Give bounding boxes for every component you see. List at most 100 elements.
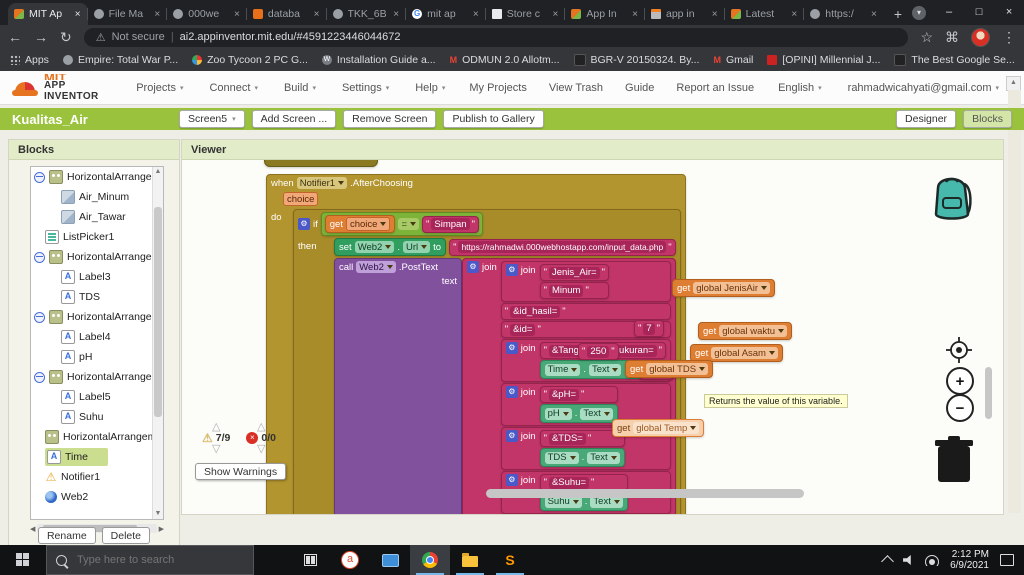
property-dropdown[interactable]: Url (402, 241, 431, 253)
collapse-up-icon[interactable]: △ (212, 422, 220, 433)
chrome-menu-icon[interactable]: ⋮ (1002, 30, 1016, 44)
tab-app-inventor[interactable]: App In × (564, 3, 645, 25)
mutator-gear-icon[interactable]: ⚙ (505, 474, 518, 486)
variable-dropdown[interactable]: global JenisAir (693, 282, 771, 294)
maximize-button[interactable]: □ (964, 0, 994, 25)
tab-close-icon[interactable]: × (790, 9, 798, 20)
forward-icon[interactable]: → (34, 30, 48, 44)
url-text-block[interactable]: " https://rahmadwi.000webhostapp.com/inpu… (449, 238, 676, 256)
bookmark-item[interactable]: M ODMUN 2.0 Allotm... (450, 54, 560, 66)
tree-item-arrangement[interactable]: HorizontalArrangemer (31, 247, 163, 267)
mutator-gear-icon[interactable]: ⚙ (298, 218, 310, 230)
text-block[interactable]: " &id_hasil= " (500, 303, 672, 320)
variable-dropdown[interactable]: choice (345, 217, 391, 231)
close-button[interactable]: × (994, 0, 1024, 25)
tree-scroll-down-icon[interactable]: ▼ (153, 509, 163, 519)
link-view-trash[interactable]: View Trash (549, 82, 603, 94)
logic-equals-block[interactable]: get choice = " Simpan " (320, 212, 483, 236)
extensions-icon[interactable]: ⌘ (945, 30, 959, 44)
language-select[interactable]: English ▾ (778, 82, 822, 94)
property-dropdown[interactable]: Text (580, 407, 613, 420)
component-dropdown[interactable]: Web2 (354, 241, 395, 253)
zoom-out-button[interactable]: − (946, 394, 974, 422)
floating-text-block[interactable]: " 7 " (634, 320, 665, 337)
delete-button[interactable]: Delete (101, 527, 151, 544)
tab-mit-appinventor[interactable]: MIT Ap × (8, 3, 88, 25)
show-warnings-button[interactable]: Show Warnings (195, 463, 287, 480)
publish-gallery-button[interactable]: Publish to Gallery (443, 110, 544, 128)
floating-text-block[interactable]: " 250 " (578, 343, 619, 360)
address-bar[interactable]: ⚠ Not secure | ai2.appinventor.mit.edu/#… (83, 27, 909, 47)
tree-vertical-scrollbar[interactable] (152, 167, 163, 519)
mutator-gear-icon[interactable]: ⚙ (505, 342, 518, 354)
property-dropdown[interactable]: Text (587, 451, 620, 464)
menu-connect[interactable]: Connect ▾ (209, 82, 258, 94)
tab-close-icon[interactable]: × (472, 9, 480, 20)
set-property-block[interactable]: set Web2 . Url to (334, 238, 447, 256)
sublime-icon[interactable]: S (490, 545, 530, 575)
designer-button[interactable]: Designer (896, 110, 957, 128)
get-global-block-highlighted[interactable]: get global Temp (612, 419, 705, 437)
profile-avatar[interactable] (971, 27, 990, 47)
tree-item-listpicker[interactable]: ListPicker1 (31, 227, 163, 247)
bookmark-item[interactable]: The Best Google Se... (894, 54, 1015, 66)
canvas-vertical-scrollbar[interactable] (985, 367, 992, 419)
remove-screen-button[interactable]: Remove Screen (343, 110, 437, 128)
new-tab-button[interactable]: + (884, 3, 912, 25)
tree-item-ph[interactable]: ApH (31, 347, 163, 367)
blocks-button[interactable]: Blocks (963, 110, 1012, 128)
tab-database[interactable]: databa × (245, 3, 327, 25)
event-param-chip[interactable]: choice (283, 192, 319, 206)
trash-icon[interactable] (930, 434, 978, 486)
reload-icon[interactable]: ↻ (60, 30, 72, 44)
search-input[interactable] (75, 553, 229, 567)
mutator-gear-icon[interactable]: ⚙ (505, 430, 518, 442)
tree-item-arrangement[interactable]: HorizontalArrangemer (31, 367, 163, 387)
tab-close-icon[interactable]: × (631, 9, 639, 20)
menu-help[interactable]: Help ▾ (415, 82, 445, 94)
notification-center-icon[interactable] (1000, 554, 1014, 566)
tab-close-icon[interactable]: × (313, 9, 321, 20)
tree-item-arrangement[interactable]: HorizontalArrangemer (31, 167, 163, 187)
zoom-in-button[interactable]: + (946, 367, 974, 395)
get-variable-block[interactable]: get choice (324, 215, 396, 233)
page-scrollbar-track[interactable] (1008, 90, 1021, 513)
collapse-up-icon[interactable]: △ (257, 422, 265, 433)
taskbar-clock[interactable]: 2:12 PM 6/9/2021 (950, 549, 989, 571)
chrome-taskbar-icon[interactable] (410, 545, 450, 575)
wifi-icon[interactable] (925, 554, 940, 566)
call-block-group[interactable]: call Web2 .PostText text ⚙ join ⚙ join "… (334, 258, 677, 514)
join-block-outer[interactable]: ⚙ join ⚙ join " Jenis_Air= " " Minum " "… (462, 258, 677, 514)
backpack-icon[interactable] (924, 170, 982, 226)
speaker-icon[interactable] (903, 555, 911, 565)
hidden-icons-chevron[interactable] (881, 555, 894, 568)
component-dropdown[interactable]: Time (544, 363, 581, 376)
bookmark-item[interactable]: [OPINI] Millennial J... (767, 54, 880, 66)
bookmark-item[interactable]: Zoo Tycoon 2 PC G... (192, 54, 308, 66)
tab-app-inv-so[interactable]: app in × (644, 3, 725, 25)
variable-dropdown[interactable]: global Asam (711, 347, 778, 359)
component-dropdown[interactable]: TDS (544, 451, 579, 464)
component-getter-block[interactable]: TDS. Text (539, 448, 625, 467)
clipped-block[interactable] (264, 160, 378, 167)
tree-item-label4[interactable]: A Label4 (31, 327, 163, 347)
scrollbar-thumb[interactable] (154, 207, 162, 417)
tab-000web[interactable]: 000we × (166, 3, 247, 25)
get-global-block[interactable]: get global JenisAir (672, 279, 776, 297)
component-dropdown[interactable]: Notifier1 (296, 177, 348, 189)
tree-item-time-selected[interactable]: A Time (31, 447, 163, 467)
component-dropdown[interactable]: Web2 (356, 261, 396, 273)
tab-close-icon[interactable]: × (392, 9, 400, 20)
tree-item-suhu[interactable]: A Suhu (31, 407, 163, 427)
text-block[interactable]: " Simpan " (422, 215, 479, 233)
task-view-button[interactable] (290, 545, 330, 575)
menu-settings[interactable]: Settings ▾ (342, 82, 389, 94)
tree-item-arrangement[interactable]: HorizontalArrangemer (31, 427, 163, 447)
bookmark-star-icon[interactable]: ☆ (920, 30, 933, 44)
if-block[interactable]: ⚙ if get choice = " Simpan " then set We… (293, 209, 682, 514)
tree-item-air-tawar[interactable]: Air_Tawar (31, 207, 163, 227)
tab-close-icon[interactable]: × (74, 9, 82, 20)
link-my-projects[interactable]: My Projects (469, 82, 526, 94)
tab-close-icon[interactable]: × (870, 9, 878, 20)
menu-projects[interactable]: Projects ▾ (136, 82, 183, 94)
